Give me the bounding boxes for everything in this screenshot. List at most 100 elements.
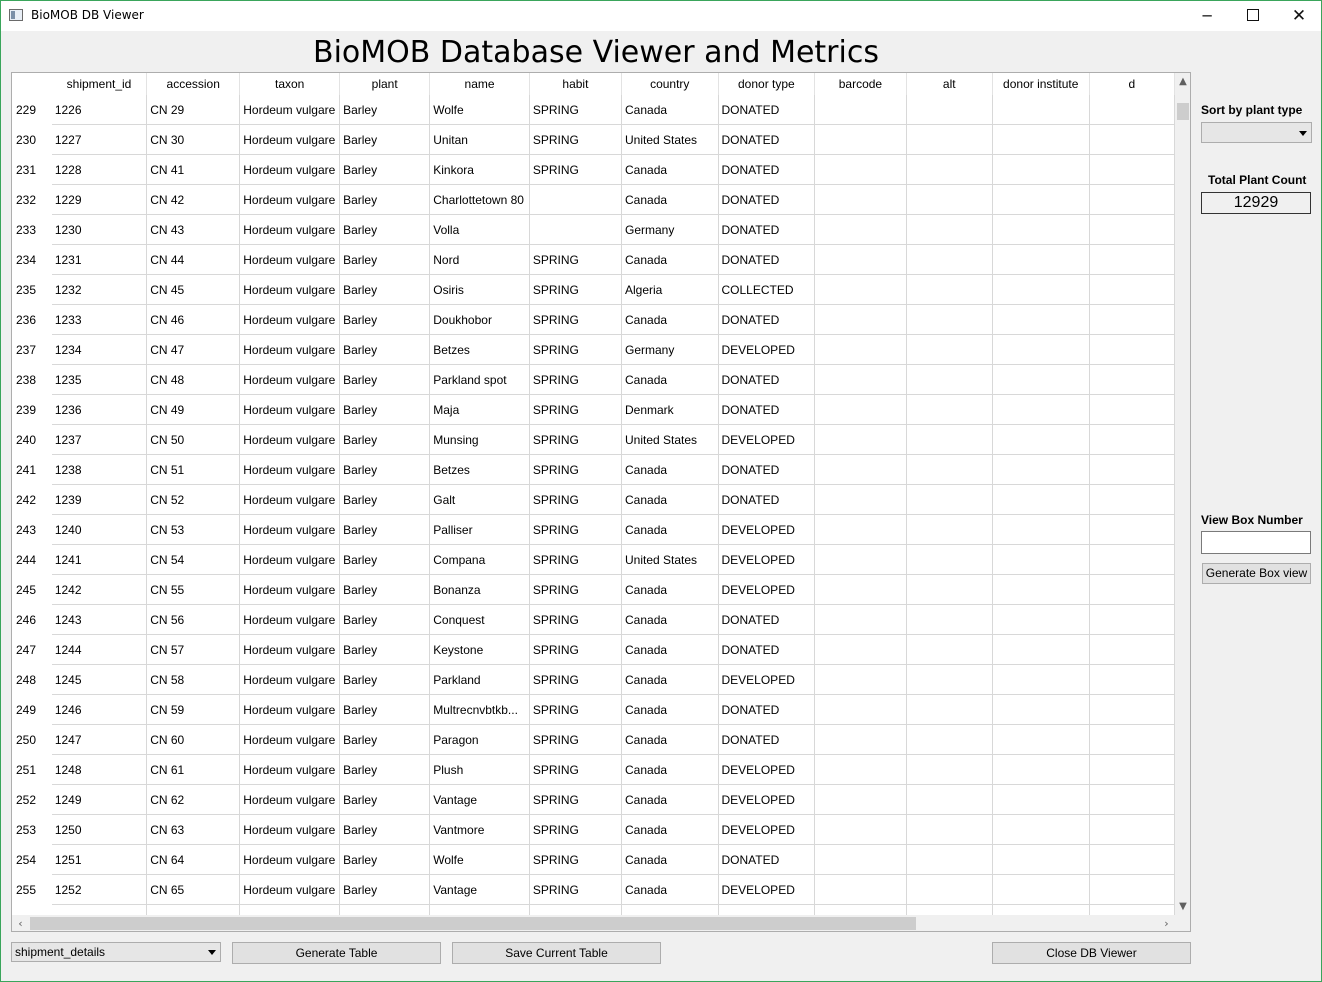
table-row[interactable]: 242 1239 CN 52 Hordeum vulgare Barley Galt SPR… <box>12 484 1175 515</box>
table-cell[interactable] <box>814 274 907 305</box>
table-cell[interactable]: Canada <box>621 604 719 635</box>
table-row[interactable]: 234 1231 CN 44 Hordeum vulgare Barley Nord SPR… <box>12 244 1175 275</box>
table-cell[interactable]: CN 55 <box>146 574 241 605</box>
table-cell[interactable]: DONATED <box>718 364 816 395</box>
table-cell[interactable] <box>814 904 907 915</box>
table-cell[interactable] <box>906 574 993 605</box>
column-header[interactable]: name <box>429 73 530 95</box>
table-cell[interactable]: Hordeum vulgare <box>239 484 341 515</box>
row-header[interactable]: 246 <box>12 604 52 635</box>
table-cell[interactable]: DEVELOPED <box>718 784 816 815</box>
table-cell[interactable]: Munsing <box>429 424 530 455</box>
table-cell[interactable]: 1249 <box>51 784 148 815</box>
table-cell[interactable] <box>1089 394 1175 425</box>
table-row[interactable]: 249 1246 CN 59 Hordeum vulgare Barley Multrec… <box>12 694 1175 725</box>
table-cell[interactable]: CN 63 <box>146 814 241 845</box>
table-cell[interactable]: Barley <box>339 844 431 875</box>
table-cell[interactable]: Hordeum vulgare <box>239 95 341 125</box>
table-cell[interactable]: Canada <box>621 634 719 665</box>
table-cell[interactable] <box>906 634 993 665</box>
table-cell[interactable]: DONATED <box>718 124 816 155</box>
table-cell[interactable]: SPRING <box>529 454 623 485</box>
table-cell[interactable]: 1243 <box>51 604 148 635</box>
table-cell[interactable] <box>814 694 907 725</box>
table-cell[interactable] <box>814 784 907 815</box>
table-cell[interactable] <box>992 184 1090 215</box>
table-cell[interactable] <box>814 454 907 485</box>
table-cell[interactable]: Barley <box>339 544 431 575</box>
table-cell[interactable] <box>906 304 993 335</box>
table-cell[interactable] <box>1089 874 1175 905</box>
row-header[interactable]: 236 <box>12 304 52 335</box>
table-cell[interactable] <box>992 95 1090 125</box>
table-cell[interactable] <box>906 514 993 545</box>
table-cell[interactable]: Barley <box>339 814 431 845</box>
table-cell[interactable]: 1247 <box>51 724 148 755</box>
table-cell[interactable]: DEVELOPED <box>718 574 816 605</box>
table-cell[interactable]: SPRING <box>529 664 623 695</box>
table-cell[interactable]: DONATED <box>718 454 816 485</box>
row-header[interactable]: 240 <box>12 424 52 455</box>
table-cell[interactable]: Bonanza <box>429 574 530 605</box>
scroll-left-icon[interactable]: ‹ <box>12 915 29 931</box>
table-cell[interactable]: Canada <box>621 484 719 515</box>
table-cell[interactable] <box>814 424 907 455</box>
table-cell[interactable]: 1230 <box>51 214 148 245</box>
table-cell[interactable] <box>1089 574 1175 605</box>
row-header[interactable]: 247 <box>12 634 52 665</box>
table-cell[interactable]: Paragon <box>429 724 530 755</box>
box-number-input[interactable] <box>1201 531 1311 554</box>
table-cell[interactable]: SPRING <box>529 154 623 185</box>
table-cell[interactable] <box>814 154 907 185</box>
table-cell[interactable]: Hordeum vulgare <box>239 604 341 635</box>
table-cell[interactable] <box>529 904 623 915</box>
table-cell[interactable]: 1250 <box>51 814 148 845</box>
table-cell[interactable]: Hordeum vulgare <box>239 304 341 335</box>
table-cell[interactable]: CN 29 <box>146 95 241 125</box>
column-header[interactable]: alt <box>906 73 993 95</box>
table-cell[interactable]: Barley <box>339 484 431 515</box>
table-cell[interactable] <box>1089 184 1175 215</box>
table-cell[interactable] <box>1089 664 1175 695</box>
table-cell[interactable] <box>1089 95 1175 125</box>
table-cell[interactable]: Hordeum vulgare <box>239 364 341 395</box>
table-cell[interactable]: COLLECTED <box>718 274 816 305</box>
table-cell[interactable] <box>906 244 993 275</box>
table-cell[interactable]: Canada <box>621 304 719 335</box>
table-cell[interactable]: Hordeum vulgare <box>239 784 341 815</box>
table-cell[interactable]: CN 56 <box>146 604 241 635</box>
table-cell[interactable]: Barley <box>339 214 431 245</box>
table-cell[interactable]: SPRING <box>529 814 623 845</box>
table-cell[interactable]: 1226 <box>51 95 148 125</box>
table-cell[interactable]: Hordeum vulgare <box>239 394 341 425</box>
table-cell[interactable]: Barley <box>339 604 431 635</box>
table-cell[interactable]: Kinkora <box>429 154 530 185</box>
table-cell[interactable] <box>992 604 1090 635</box>
table-cell[interactable]: Barley <box>339 244 431 275</box>
table-cell[interactable] <box>992 814 1090 845</box>
row-header[interactable]: 253 <box>12 814 52 845</box>
table-cell[interactable]: Canada <box>621 514 719 545</box>
table-cell[interactable] <box>1089 124 1175 155</box>
row-header[interactable]: 234 <box>12 244 52 275</box>
table-cell[interactable]: DEVELOPED <box>718 424 816 455</box>
table-cell[interactable]: 1235 <box>51 364 148 395</box>
table-cell[interactable]: DONATED <box>718 154 816 185</box>
generate-box-view-button[interactable]: Generate Box view <box>1202 563 1311 584</box>
table-cell[interactable]: Volla <box>429 214 530 245</box>
table-cell[interactable]: SPRING <box>529 394 623 425</box>
row-header[interactable]: 252 <box>12 784 52 815</box>
table-cell[interactable]: Barley <box>339 124 431 155</box>
table-cell[interactable]: Hordeum vulgare <box>239 244 341 275</box>
table-cell[interactable]: Canada <box>621 754 719 785</box>
table-cell[interactable]: Canada <box>621 454 719 485</box>
table-cell[interactable] <box>906 904 993 915</box>
table-cell[interactable]: Wolfe <box>429 95 530 125</box>
table-cell[interactable] <box>1089 514 1175 545</box>
table-cell[interactable] <box>814 334 907 365</box>
table-cell[interactable]: Barley <box>339 694 431 725</box>
table-cell[interactable] <box>906 604 993 635</box>
table-cell[interactable]: Barley <box>339 95 431 125</box>
table-cell[interactable]: DEVELOPED <box>718 664 816 695</box>
row-header[interactable] <box>12 904 52 915</box>
